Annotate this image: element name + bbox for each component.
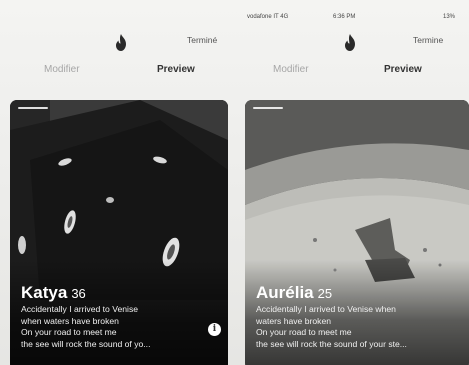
- bio-line: On your road to meet me: [21, 327, 117, 338]
- profile-name-row: Katya 36: [21, 283, 86, 303]
- clock-label: 6:36 PM: [333, 14, 356, 20]
- tab-modifier[interactable]: Modifier: [273, 64, 309, 75]
- tinder-flame-icon: [345, 34, 355, 51]
- bio-line: Accidentally I arrived to Venise: [21, 304, 139, 314]
- tab-preview[interactable]: Preview: [384, 64, 422, 75]
- profile-age: 25: [317, 286, 333, 301]
- info-icon[interactable]: i: [208, 323, 221, 336]
- screen-right: vodafone IT 4G 6:36 PM 13% Termine Modif…: [235, 0, 469, 365]
- profile-card[interactable]: Katya 36 Accidentally I arrived to Venise…: [10, 100, 228, 365]
- tinder-flame-icon: [116, 34, 126, 51]
- profile-name: Katya: [21, 283, 68, 302]
- profile-age: 36: [71, 286, 86, 301]
- done-button[interactable]: Termine: [413, 35, 443, 45]
- profile-bio: Accidentally I arrived to Venise when wa…: [21, 304, 227, 350]
- tab-preview[interactable]: Preview: [157, 64, 195, 75]
- bio-line: On your road to meet me: [256, 327, 352, 338]
- battery-label: 13%: [442, 14, 455, 20]
- bio-line: waters have broken: [256, 315, 331, 326]
- profile-name-row: Aurélia 25: [256, 283, 332, 303]
- profile-bio: Accidentally I arrived to Venise when wa…: [256, 304, 462, 350]
- carrier-label: vodafone IT 4G: [247, 14, 289, 20]
- bio-line: Accidentally I arrived to Venise when: [256, 304, 396, 314]
- done-button[interactable]: Terminé: [187, 35, 217, 45]
- photo-indicator: [253, 107, 283, 109]
- screen-left: Terminé Modifier Preview Katya 36 Acciden…: [0, 0, 234, 365]
- bio-line: when waters have broken: [21, 315, 119, 326]
- bio-line: the see will rock the sound of your ste.…: [256, 338, 407, 349]
- profile-name: Aurélia: [256, 283, 314, 302]
- tab-modifier[interactable]: Modifier: [44, 64, 80, 75]
- bio-line: the see will rock the sound of yo...: [21, 338, 151, 349]
- profile-card[interactable]: Aurélia 25 Accidentally I arrived to Veni…: [245, 100, 469, 365]
- photo-indicator: [18, 107, 48, 109]
- status-bar: vodafone IT 4G 6:36 PM 13%: [235, 14, 469, 24]
